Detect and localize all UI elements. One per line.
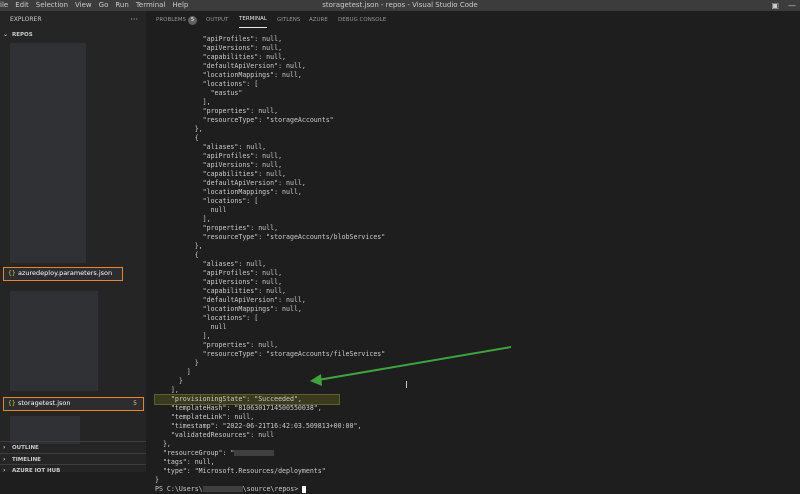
redacted-username	[202, 486, 243, 492]
terminal-prompt[interactable]: PS C:\Users\ \source\repos>	[155, 485, 307, 494]
annotation-arrow	[310, 346, 512, 386]
prompt-suffix: \source\repos>	[242, 485, 303, 493]
arrow-shaft	[317, 346, 512, 381]
terminal-cursor	[302, 485, 307, 493]
terminal-line: }	[155, 476, 159, 484]
arrow-head	[310, 374, 322, 386]
prompt-prefix: PS C:\Users\	[155, 485, 203, 493]
